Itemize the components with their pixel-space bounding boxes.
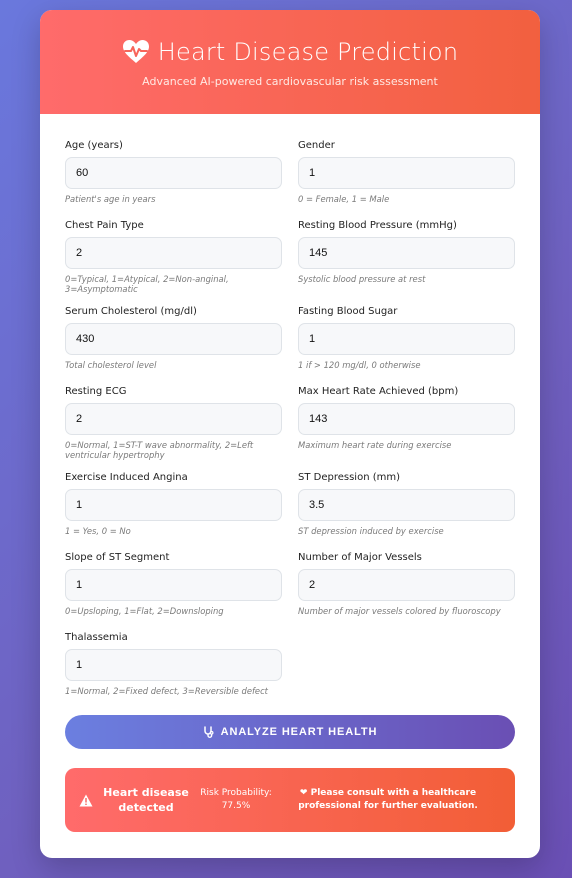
field-resting-ecg: Resting ECG 2 0=Normal, 1=ST-T wave abno… — [65, 386, 282, 460]
field-help: Number of major vessels colored by fluor… — [298, 606, 501, 616]
resting-ecg-input[interactable]: 2 — [65, 403, 282, 435]
field-label: Resting Blood Pressure (mmHg) — [298, 220, 457, 231]
field-label: ST Depression (mm) — [298, 472, 400, 483]
page-subtitle: Advanced AI-powered cardiovascular risk … — [142, 75, 438, 88]
field-label: Exercise Induced Angina — [65, 472, 188, 483]
field-fasting-sugar: Fasting Blood Sugar 1 1 if > 120 mg/dl, … — [298, 306, 515, 374]
advice-text: Please consult with a healthcare profess… — [298, 788, 478, 811]
max-heart-rate-input[interactable]: 143 — [298, 403, 515, 435]
field-help: 1 = Yes, 0 = No — [65, 526, 131, 536]
field-chest-pain: Chest Pain Type 2 0=Typical, 1=Atypical,… — [65, 220, 282, 294]
field-exercise-angina: Exercise Induced Angina 1 1 = Yes, 0 = N… — [65, 472, 282, 540]
thalassemia-input[interactable]: 1 — [65, 649, 282, 681]
field-label: Age (years) — [65, 140, 123, 151]
major-vessels-input[interactable]: 2 — [298, 569, 515, 601]
analyze-button-label: ANALYZE HEART HEALTH — [220, 726, 378, 738]
field-help: 0=Upsloping, 1=Flat, 2=Downsloping — [65, 606, 224, 616]
field-label: Gender — [298, 140, 335, 151]
age-input[interactable]: 60 — [65, 157, 282, 189]
field-help: 1 if > 120 mg/dl, 0 otherwise — [298, 360, 421, 370]
page-title: Heart Disease Prediction — [157, 38, 459, 66]
field-help: Systolic blood pressure at rest — [298, 274, 426, 284]
exercise-angina-input[interactable]: 1 — [65, 489, 282, 521]
risk-probability-value: 77.5% — [221, 801, 251, 811]
patient-form: Age (years) 60 Patient's age in years Ge… — [65, 140, 515, 712]
field-help: Total cholesterol level — [65, 360, 157, 370]
prediction-card: Heart Disease Prediction Advanced AI-pow… — [40, 10, 540, 858]
field-help: Maximum heart rate during exercise — [298, 440, 452, 450]
risk-probability-label: Risk Probability: — [200, 788, 272, 798]
result-title: Heart disease detected — [103, 786, 189, 814]
field-st-depression: ST Depression (mm) 3.5 ST depression ind… — [298, 472, 515, 540]
header: Heart Disease Prediction Advanced AI-pow… — [40, 10, 540, 114]
field-label: Fasting Blood Sugar — [298, 306, 398, 317]
field-label: Serum Cholesterol (mg/dl) — [65, 306, 197, 317]
field-max-heart-rate: Max Heart Rate Achieved (bpm) 143 Maximu… — [298, 386, 515, 460]
st-depression-input[interactable]: 3.5 — [298, 489, 515, 521]
field-label: Resting ECG — [65, 386, 127, 397]
result-advice: ❤ Please consult with a healthcare profe… — [275, 787, 501, 813]
field-help: ST depression induced by exercise — [298, 526, 444, 536]
field-gender: Gender 1 0 = Female, 1 = Male — [298, 140, 515, 208]
field-cholesterol: Serum Cholesterol (mg/dl) 430 Total chol… — [65, 306, 282, 374]
field-thalassemia: Thalassemia 1 1=Normal, 2=Fixed defect, … — [65, 632, 282, 700]
fasting-sugar-input[interactable]: 1 — [298, 323, 515, 355]
field-label: Thalassemia — [65, 632, 128, 643]
analyze-button[interactable]: ANALYZE HEART HEALTH — [65, 715, 515, 749]
field-help: Patient's age in years — [65, 194, 156, 204]
field-help: 0 = Female, 1 = Male — [298, 194, 390, 204]
cholesterol-input[interactable]: 430 — [65, 323, 282, 355]
field-help: 0=Normal, 1=ST-T wave abnormality, 2=Lef… — [65, 440, 254, 460]
field-major-vessels: Number of Major Vessels 2 Number of majo… — [298, 552, 515, 620]
warning-icon — [79, 794, 93, 806]
heart-icon: ❤ — [299, 788, 308, 798]
field-help: 0=Typical, 1=Atypical, 2=Non-anginal, 3=… — [65, 274, 229, 294]
field-label: Number of Major Vessels — [298, 552, 422, 563]
heart-pulse-icon — [122, 40, 149, 63]
stethoscope-icon — [203, 726, 214, 738]
field-label: Max Heart Rate Achieved (bpm) — [298, 386, 459, 397]
field-resting-bp: Resting Blood Pressure (mmHg) 145 Systol… — [298, 220, 515, 294]
st-slope-input[interactable]: 1 — [65, 569, 282, 601]
field-age: Age (years) 60 Patient's age in years — [65, 140, 282, 208]
resting-bp-input[interactable]: 145 — [298, 237, 515, 269]
field-st-slope: Slope of ST Segment 1 0=Upsloping, 1=Fla… — [65, 552, 282, 620]
field-help: 1=Normal, 2=Fixed defect, 3=Reversible d… — [65, 686, 268, 696]
gender-input[interactable]: 1 — [298, 157, 515, 189]
title-row: Heart Disease Prediction — [40, 10, 540, 66]
chest-pain-input[interactable]: 2 — [65, 237, 282, 269]
field-label: Chest Pain Type — [65, 220, 144, 231]
result-banner: Heart disease detected Risk Probability:… — [65, 768, 515, 832]
field-label: Slope of ST Segment — [65, 552, 170, 563]
risk-probability: Risk Probability: 77.5% — [197, 787, 275, 813]
